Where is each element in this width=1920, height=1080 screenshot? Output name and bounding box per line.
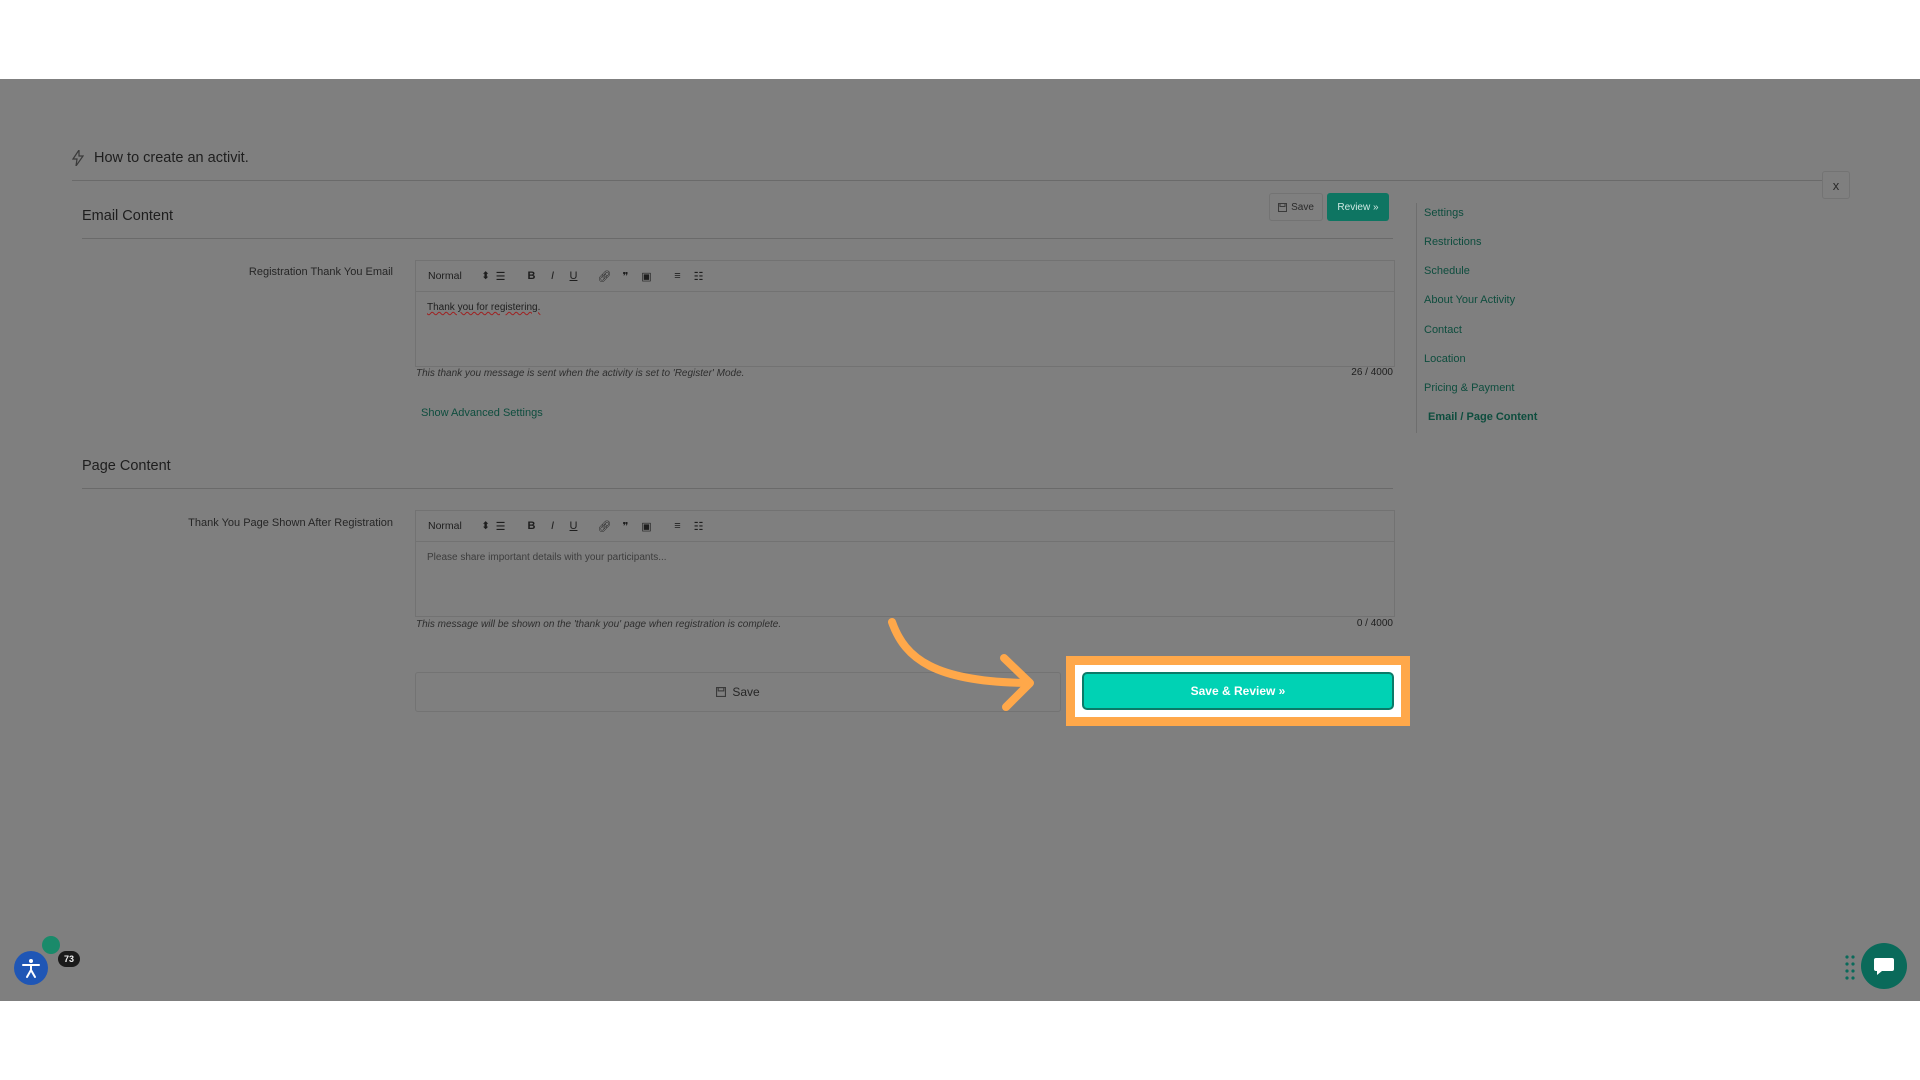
chat-button[interactable]: [1861, 943, 1907, 989]
grip-icon[interactable]: [1845, 954, 1855, 980]
align-icon[interactable]: ☰: [490, 270, 511, 283]
link-icon[interactable]: 🔗︎: [594, 520, 615, 533]
email-section-divider: [82, 238, 1393, 239]
email-editor: Normal ⬍ ☰ B I U 🔗︎ ❞ ▣ ≡ ☷ Thank you for…: [415, 260, 1395, 367]
chat-icon: [1874, 958, 1894, 975]
page-content-area[interactable]: Please share important details with your…: [416, 542, 1394, 616]
app-logo-icon: [42, 936, 60, 954]
sidebar-item-location[interactable]: Location: [1424, 353, 1466, 365]
quote-icon[interactable]: ❞: [615, 520, 636, 533]
sidebar-item-settings[interactable]: Settings: [1424, 207, 1464, 219]
italic-icon[interactable]: I: [542, 270, 563, 282]
header-review-button[interactable]: Review »: [1327, 193, 1389, 221]
ordered-list-icon[interactable]: ≡: [667, 270, 688, 282]
close-button[interactable]: x: [1822, 171, 1850, 199]
sidebar-divider: [1416, 203, 1417, 433]
email-content-area[interactable]: Thank you for registering.: [416, 292, 1394, 366]
sidebar-item-schedule[interactable]: Schedule: [1424, 265, 1470, 277]
email-char-count: 26 / 4000: [1351, 367, 1393, 378]
save-and-review-button[interactable]: Save & Review »: [1082, 672, 1394, 710]
sidebar-item-pricing-payment[interactable]: Pricing & Payment: [1424, 382, 1514, 394]
page-title-text: How to create an activit.: [94, 150, 249, 166]
page-section-divider: [82, 488, 1393, 489]
sidebar-item-about-your-activity[interactable]: About Your Activity: [1424, 294, 1515, 306]
underline-icon[interactable]: U: [563, 520, 584, 532]
page-editor: Normal ⬍ ☰ B I U 🔗︎ ❞ ▣ ≡ ☷ Please share …: [415, 510, 1395, 617]
title-divider: [72, 180, 1822, 181]
notification-badge: 73: [58, 951, 80, 967]
bold-icon[interactable]: B: [521, 270, 542, 282]
arrow-annotation: [888, 618, 1034, 711]
sidebar-item-contact[interactable]: Contact: [1424, 324, 1462, 336]
bullet-list-icon[interactable]: ☷: [688, 520, 709, 533]
accessibility-button[interactable]: [14, 951, 48, 985]
close-icon: x: [1832, 177, 1840, 193]
sidebar-item-email-page-content[interactable]: Email / Page Content: [1428, 411, 1537, 423]
header-save-label: Save: [1291, 201, 1314, 213]
page-format-select[interactable]: Normal ⬍: [428, 520, 490, 532]
header-save-button[interactable]: Save: [1269, 193, 1323, 221]
email-editor-toolbar: Normal ⬍ ☰ B I U 🔗︎ ❞ ▣ ≡ ☷: [416, 261, 1394, 292]
underline-icon[interactable]: U: [563, 270, 584, 282]
footer-save-label: Save: [732, 685, 760, 699]
bold-icon[interactable]: B: [521, 520, 542, 532]
page-char-count: 0 / 4000: [1356, 618, 1393, 629]
image-icon[interactable]: ▣: [636, 520, 657, 533]
align-icon[interactable]: ☰: [490, 520, 511, 533]
save-and-review-label: Save & Review »: [1190, 684, 1286, 698]
page-editor-toolbar: Normal ⬍ ☰ B I U 🔗︎ ❞ ▣ ≡ ☷: [416, 511, 1394, 542]
email-help-text: This thank you message is sent when the …: [416, 368, 745, 379]
email-field-label: Registration Thank You Email: [248, 266, 393, 278]
page-section-title: Page Content: [82, 458, 171, 474]
email-content-text: Thank you for registering.: [427, 302, 541, 313]
save-icon: [716, 687, 727, 697]
overlay-stage: How to create an activit. x Save Review …: [0, 79, 1920, 1001]
quote-icon[interactable]: ❞: [615, 270, 636, 283]
accessibility-icon: [22, 959, 40, 978]
email-section-title: Email Content: [82, 208, 174, 224]
page-content-placeholder: Please share important details with your…: [427, 552, 667, 563]
bullet-list-icon[interactable]: ☷: [688, 270, 709, 283]
bolt-icon: [72, 150, 84, 166]
ordered-list-icon[interactable]: ≡: [667, 520, 688, 532]
page-title: How to create an activit.: [72, 150, 249, 166]
show-advanced-settings-link[interactable]: Show Advanced Settings: [421, 407, 543, 419]
save-icon: [1278, 202, 1288, 212]
link-icon[interactable]: 🔗︎: [594, 270, 615, 283]
italic-icon[interactable]: I: [542, 520, 563, 532]
page-help-text: This message will be shown on the 'thank…: [416, 619, 782, 630]
email-format-select[interactable]: Normal ⬍: [428, 270, 490, 282]
header-review-label: Review »: [1337, 201, 1379, 213]
image-icon[interactable]: ▣: [636, 270, 657, 283]
sidebar-item-restrictions[interactable]: Restrictions: [1424, 236, 1481, 248]
page-field-label: Thank You Page Shown After Registration: [188, 517, 393, 529]
